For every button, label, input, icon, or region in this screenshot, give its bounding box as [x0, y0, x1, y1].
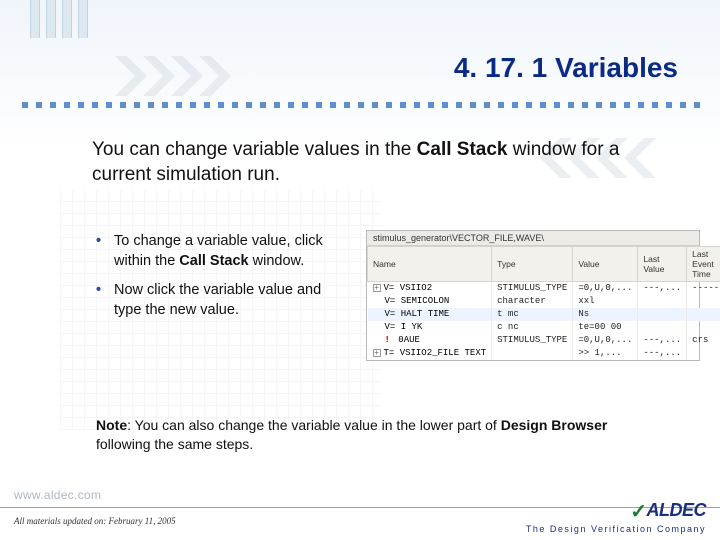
call-stack-screenshot: stimulus_generator\VECTOR_FILE,WAVE\ Nam…	[366, 230, 700, 361]
page-title: 4. 17. 1 Variables	[454, 52, 678, 84]
divider-dots	[18, 100, 702, 110]
cell-last: ---,...	[638, 347, 687, 360]
cell-evt	[687, 295, 720, 308]
note-pre: : You can also change the variable value…	[127, 417, 501, 433]
cell-type: t mc	[492, 308, 573, 321]
table-row: V= SEMICOLONcharacterxxl	[368, 295, 720, 308]
cell-name: ! 0AUE	[368, 334, 492, 347]
brand-tagline: The Design Verification Company	[526, 524, 706, 534]
note-bold: Design Browser	[501, 417, 608, 433]
table-row: V= I YKc ncte=00 00	[368, 321, 720, 334]
table-header-row: Name Type Value Last Value Last Event Ti…	[368, 247, 720, 282]
cell-last: ---,...	[638, 282, 687, 296]
cell-type: character	[492, 295, 573, 308]
table-row: +T= VSIIO2_FILE TEXT >> 1,...---,...	[368, 347, 720, 360]
col-evt: Last Event Time	[687, 247, 720, 282]
cell-name: +V= VSIIO2	[368, 282, 492, 296]
cell-type: STIMULUS_TYPE	[492, 282, 573, 296]
bullet-dot-icon: •	[96, 281, 114, 320]
cell-type: STIMULUS_TYPE	[492, 334, 573, 347]
col-type: Type	[492, 247, 573, 282]
slide: 4. 17. 1 Variables You can change variab…	[0, 0, 720, 540]
cell-last: ---,...	[638, 334, 687, 347]
cell-name: +T= VSIIO2_FILE TEXT	[368, 347, 492, 360]
col-value: Value	[573, 247, 638, 282]
bullet-bold: Call Stack	[179, 253, 248, 269]
bullet-list: • To change a variable value, click with…	[96, 232, 352, 330]
screenshot-caption: stimulus_generator\VECTOR_FILE,WAVE\	[367, 231, 699, 246]
cell-evt: ------	[687, 282, 720, 296]
variable-table: Name Type Value Last Value Last Event Ti…	[367, 246, 720, 360]
brand-logo: ✓ALDEC	[526, 499, 706, 524]
cell-value: te=00 00	[573, 321, 638, 334]
table-row: V= HALT TIMEt mcNs	[368, 308, 720, 321]
cell-last	[638, 308, 687, 321]
footer-brand: ✓ALDEC The Design Verification Company	[526, 499, 706, 534]
note-text: Note: You can also change the variable v…	[96, 416, 636, 454]
tree-expand-icon: +	[373, 284, 381, 292]
cell-evt	[687, 308, 720, 321]
cell-value: xxl	[573, 295, 638, 308]
intro-prefix: You can change variable values in the	[92, 139, 417, 160]
intro-bold: Call Stack	[417, 139, 508, 160]
table-row: ! 0AUESTIMULUS_TYPE=0,U,0,...---,... crs	[368, 334, 720, 347]
cell-evt	[687, 321, 720, 334]
cell-name: V= I YK	[368, 321, 492, 334]
decor-bars	[30, 0, 88, 38]
chevron-right-watermark	[115, 56, 255, 96]
bullet-text: Now click the variable value and type th…	[114, 282, 321, 318]
brand-name: ALDEC	[647, 500, 707, 520]
cell-name: V= HALT TIME	[368, 308, 492, 321]
cell-name: V= SEMICOLON	[368, 295, 492, 308]
footer-url: www.aldec.com	[14, 488, 101, 502]
note-post: following the same steps.	[96, 436, 253, 452]
cell-type	[492, 347, 573, 360]
col-name: Name	[368, 247, 492, 282]
tree-expand-icon: +	[373, 349, 381, 357]
cell-value: =0,U,0,...	[573, 334, 638, 347]
note-lead: Note	[96, 417, 127, 433]
check-icon: ✓	[630, 501, 646, 523]
cell-last	[638, 321, 687, 334]
cell-evt	[687, 347, 720, 360]
bullet-dot-icon: •	[96, 232, 114, 271]
bullet-text-tail: window.	[249, 253, 305, 269]
col-last: Last Value	[638, 247, 687, 282]
cell-value: >> 1,...	[573, 347, 638, 360]
warning-icon: !	[385, 335, 390, 345]
cell-value: Ns	[573, 308, 638, 321]
table-row: +V= VSIIO2STIMULUS_TYPE=0,U,0,...---,...…	[368, 282, 720, 296]
cell-evt: crs	[687, 334, 720, 347]
bullet-item: • To change a variable value, click with…	[96, 232, 352, 271]
cell-type: c nc	[492, 321, 573, 334]
footer-date: All materials updated on: February 11, 2…	[14, 516, 176, 526]
cell-last	[638, 295, 687, 308]
bullet-item: • Now click the variable value and type …	[96, 281, 352, 320]
intro-text: You can change variable values in the Ca…	[92, 138, 632, 187]
cell-value: =0,U,0,...	[573, 282, 638, 296]
